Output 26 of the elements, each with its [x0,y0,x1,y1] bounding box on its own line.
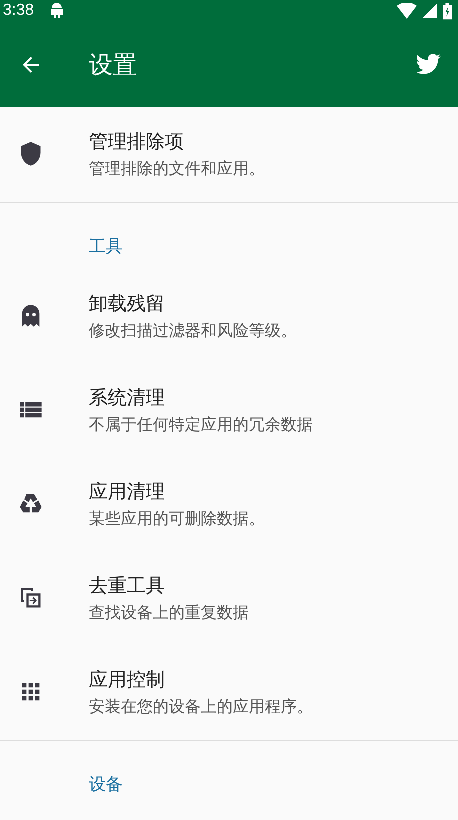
status-time: 3:38 [3,2,34,20]
item-title: 应用清理 [89,480,166,504]
item-title: 去重工具 [89,574,166,598]
item-title: 卸载残留 [89,292,166,316]
item-title: 管理排除项 [89,130,185,154]
settings-item[interactable]: 应用清理 某些应用的可删除数据。 [0,457,458,551]
item-subtitle: 不属于任何特定应用的冗余数据 [89,414,313,436]
settings-item[interactable]: 管理排除项 管理排除的文件和应用。 [0,107,458,201]
settings-item[interactable]: 去重工具 查找设备上的重复数据 [0,551,458,645]
settings-item[interactable]: 系统清理 不属于任何特定应用的冗余数据 [0,363,458,457]
item-subtitle: 查找设备上的重复数据 [89,602,249,624]
battery-icon [443,2,452,20]
android-icon [50,3,64,19]
screen-title: 设置 [89,50,138,80]
item-subtitle: 修改扫描过滤器和风险等级。 [89,320,297,342]
item-subtitle: 管理排除的文件和应用。 [89,158,265,180]
settings-item[interactable]: 卸载残留 修改扫描过滤器和风险等级。 [0,269,458,363]
item-title: 应用控制 [89,668,166,692]
section-header: 设备 [88,774,124,797]
section-header: 工具 [88,236,124,259]
wifi-icon [397,3,417,19]
signal-icon [423,3,437,19]
item-subtitle: 某些应用的可删除数据。 [89,508,265,530]
item-title: 系统清理 [89,386,166,410]
item-subtitle: 安装在您的设备上的应用程序。 [89,696,313,718]
settings-item[interactable]: 应用控制 安装在您的设备上的应用程序。 [0,645,458,739]
